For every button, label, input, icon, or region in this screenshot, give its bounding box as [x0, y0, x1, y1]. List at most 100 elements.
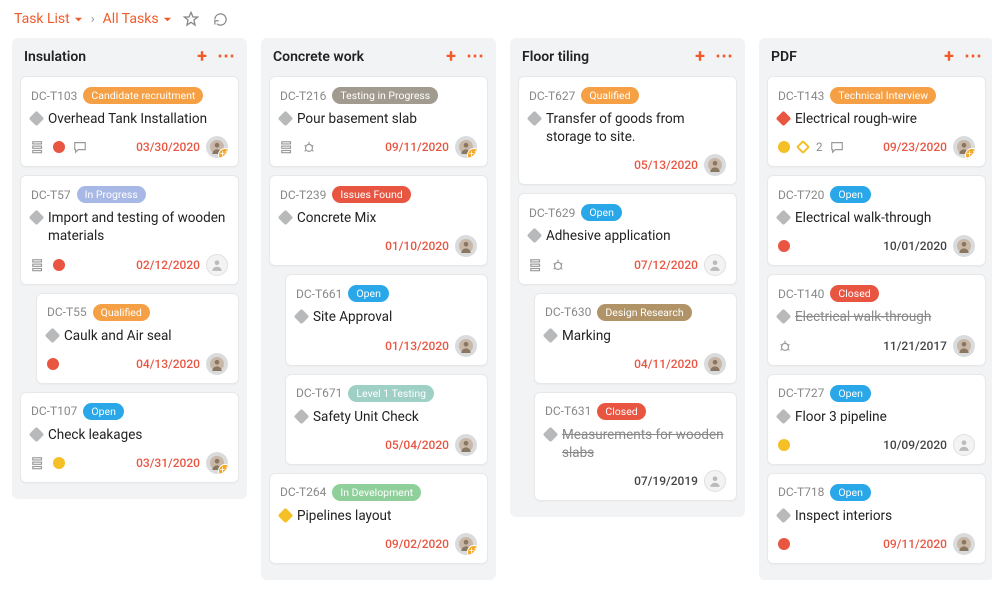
priority-diamond-icon [776, 408, 792, 424]
priority-diamond-icon [278, 111, 294, 127]
task-card[interactable]: DC-T107OpenCheck leakages03/31/2020+1 [20, 392, 239, 483]
task-card[interactable]: DC-T720OpenElectrical walk-through10/01/… [767, 175, 986, 266]
assignee-avatar[interactable] [704, 353, 726, 375]
task-card[interactable]: DC-T143Technical InterviewElectrical rou… [767, 76, 986, 167]
card-footer: 01/13/2020 [296, 335, 477, 357]
task-title: Caulk and Air seal [64, 327, 172, 345]
task-title: Adhesive application [546, 227, 671, 245]
task-id: DC-T720 [778, 188, 824, 202]
assignee-avatar[interactable] [704, 154, 726, 176]
priority-dot-red [778, 538, 790, 550]
bug-icon [302, 140, 316, 154]
status-pill: Open [830, 484, 871, 501]
due-date: 09/11/2020 [883, 537, 947, 551]
person-icon [210, 258, 224, 272]
task-title: Inspect interiors [795, 507, 892, 525]
column-menu-button[interactable]: ⋯ [964, 48, 982, 66]
task-title: Import and testing of wooden materials [48, 209, 228, 245]
card-footer: 05/04/2020 [296, 434, 477, 456]
status-pill: Open [830, 186, 871, 203]
add-card-button[interactable]: + [193, 48, 211, 66]
card-list: DC-T103Candidate recruitmentOverhead Tan… [12, 76, 247, 489]
assignee-avatar[interactable] [953, 335, 975, 357]
assignee-avatar[interactable] [953, 434, 975, 456]
task-card[interactable]: DC-T631ClosedMeasurements for wooden sla… [534, 392, 737, 501]
breadcrumb-tasklist[interactable]: Task List [14, 11, 83, 27]
column-menu-button[interactable]: ⋯ [217, 48, 235, 66]
assignee-avatar[interactable] [455, 235, 477, 257]
priority-diamond-icon [45, 327, 61, 343]
card-meta [31, 456, 65, 470]
subtask-icon [529, 258, 543, 272]
breadcrumb-alltasks[interactable]: All Tasks [103, 11, 172, 27]
task-card[interactable]: DC-T671Level 1 Testing Safety Unit Check 0… [285, 374, 488, 465]
assignee-avatar[interactable] [953, 533, 975, 555]
person-icon [957, 438, 971, 452]
card-title-row: Adhesive application [529, 227, 726, 245]
assignee-avatar[interactable]: +3 [455, 136, 477, 158]
task-card[interactable]: DC-T630Design ResearchMarking04/11/2020 [534, 293, 737, 384]
priority-diamond-icon [527, 111, 543, 127]
priority-diamond-icon [278, 508, 294, 524]
task-card[interactable]: DC-T264In DevelopmentPipelines layout09/… [269, 473, 488, 564]
task-card[interactable]: DC-T140ClosedElectrical walk-through11/2… [767, 274, 986, 365]
assignee-avatar[interactable] [953, 235, 975, 257]
assignee-avatar[interactable]: +2 [206, 136, 228, 158]
priority-diamond-icon [29, 111, 45, 127]
assignee-avatar[interactable] [455, 335, 477, 357]
add-card-button[interactable]: + [691, 48, 709, 66]
assignee-avatar[interactable] [455, 434, 477, 456]
add-card-button[interactable]: + [940, 48, 958, 66]
due-date: 03/30/2020 [136, 140, 200, 154]
assignee-avatar[interactable] [704, 470, 726, 492]
task-card[interactable]: DC-T627QualifiedTransfer of goods from s… [518, 76, 737, 185]
card-header: DC-T630Design Research [545, 304, 726, 321]
assignee-avatar[interactable] [704, 254, 726, 276]
status-pill: Candidate recruitment [83, 87, 203, 104]
card-title-row: Safety Unit Check [296, 408, 477, 426]
assignee-avatar[interactable]: +1 [206, 452, 228, 474]
card-title-row: Pour basement slab [280, 110, 477, 128]
priority-diamond-icon [776, 111, 792, 127]
assignee-avatar[interactable]: +1 [953, 136, 975, 158]
card-footer: 04/13/2020 [47, 353, 228, 375]
task-card[interactable]: DC-T718Open Inspect interiors 09/11/2020 [767, 473, 986, 564]
card-title-row: Site Approval [296, 308, 477, 326]
task-card[interactable]: DC-T727OpenFloor 3 pipeline10/09/2020 [767, 374, 986, 465]
task-card[interactable]: DC-T57In ProgressImport and testing of w… [20, 175, 239, 284]
task-card[interactable]: DC-T216Testing in ProgressPour basement … [269, 76, 488, 167]
card-header: DC-T718Open [778, 484, 975, 501]
task-card[interactable]: DC-T661OpenSite Approval01/13/2020 [285, 274, 488, 365]
due-date: 02/12/2020 [136, 258, 200, 272]
refresh-button[interactable] [210, 8, 232, 30]
card-header: DC-T107Open [31, 403, 228, 420]
task-card[interactable]: DC-T55QualifiedCaulk and Air seal04/13/2… [36, 293, 239, 384]
task-id: DC-T55 [47, 305, 87, 319]
task-card[interactable]: DC-T239Issues FoundConcrete Mix01/10/202… [269, 175, 488, 266]
task-card[interactable]: DC-T629OpenAdhesive application07/12/202… [518, 193, 737, 284]
assignee-avatar[interactable] [206, 254, 228, 276]
add-card-button[interactable]: + [442, 48, 460, 66]
status-pill: Design Research [597, 304, 691, 321]
card-header: DC-T140Closed [778, 285, 975, 302]
assignee-avatar[interactable] [206, 353, 228, 375]
chevron-down-icon [163, 15, 172, 24]
card-header: DC-T671Level 1 Testing [296, 385, 477, 402]
card-meta [31, 140, 87, 154]
card-header: DC-T629Open [529, 204, 726, 221]
subtask-icon [31, 140, 45, 154]
card-footer: 02/12/2020 [31, 254, 228, 276]
priority-dot-red [53, 259, 65, 271]
avatar-icon [708, 357, 722, 371]
column-menu-button[interactable]: ⋯ [466, 48, 484, 66]
assignee-avatar[interactable]: +2 [455, 533, 477, 555]
favorite-button[interactable] [180, 8, 202, 30]
column-menu-button[interactable]: ⋯ [715, 48, 733, 66]
task-card[interactable]: DC-T103Candidate recruitmentOverhead Tan… [20, 76, 239, 167]
breadcrumb-label: Task List [14, 11, 70, 27]
person-icon [708, 474, 722, 488]
card-title-row: Inspect interiors [778, 507, 975, 525]
priority-diamond-icon [294, 309, 310, 325]
task-id: DC-T661 [296, 287, 342, 301]
breadcrumb-separator: › [91, 12, 95, 27]
